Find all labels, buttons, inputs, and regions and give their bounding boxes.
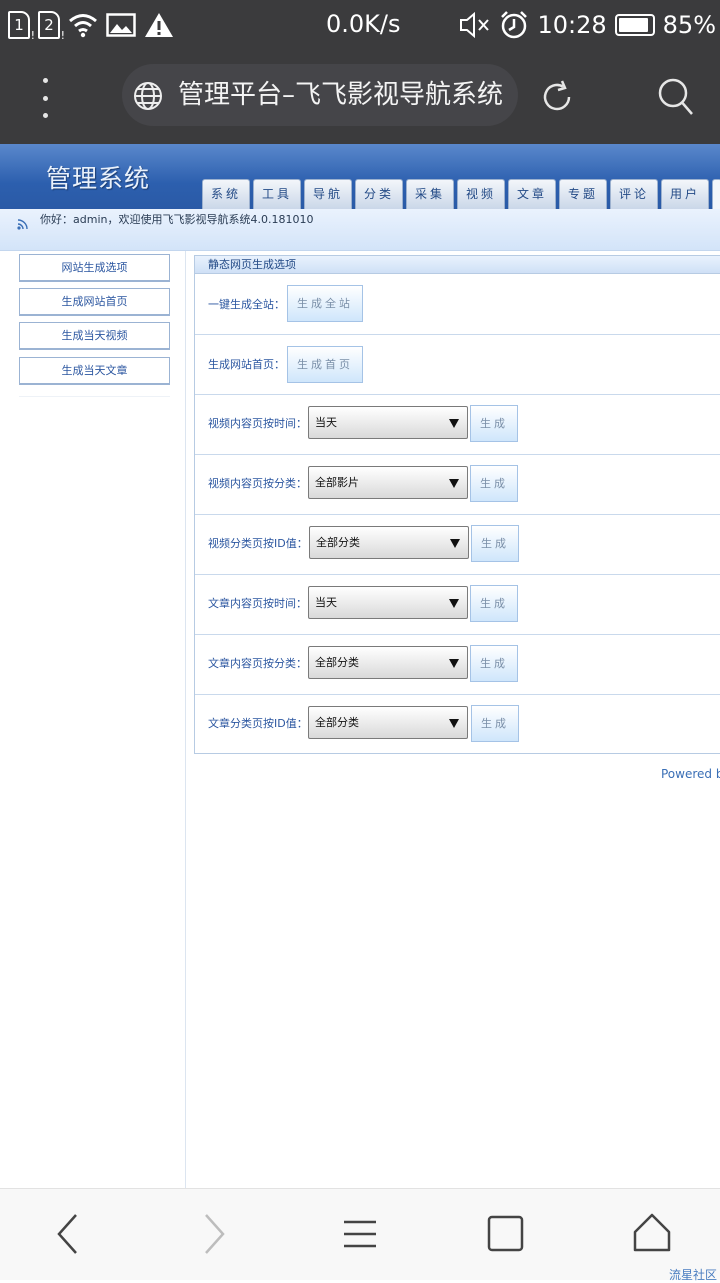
row-label: 视频内容页按时间： xyxy=(208,417,307,430)
sidebar-item-site-options[interactable]: 网站生成选项 xyxy=(19,254,170,282)
address-bar[interactable]: 管理平台–飞飞影视导航系统 xyxy=(122,64,518,126)
dropdown-arrow-icon xyxy=(449,479,459,488)
generate-button[interactable]: 生成 xyxy=(470,465,518,502)
mute-icon xyxy=(460,11,490,39)
browser-bottom-nav xyxy=(0,1188,720,1280)
static-generate-panel: 静态网页生成选项 一键生成全站： 生成全站 生成网站首页： 生成首页 视频内容页… xyxy=(194,255,720,754)
browser-toolbar: 管理平台–飞飞影视导航系统 xyxy=(0,50,720,144)
forward-icon[interactable] xyxy=(189,1209,239,1259)
generate-button[interactable]: 生成 xyxy=(471,705,519,742)
article-category-id-select[interactable]: 全部分类 xyxy=(308,706,468,739)
tab-navigation[interactable]: 导航 xyxy=(304,179,352,210)
admin-header: 管理系统 系统 工具 导航 分类 采集 视频 文章 专题 评论 用户 xyxy=(0,144,720,210)
clock: 10:28 xyxy=(537,11,607,39)
wifi-icon xyxy=(69,14,97,38)
row-label: 文章内容页按分类： xyxy=(208,657,307,670)
sim1-icon: 1! xyxy=(8,11,35,41)
page-title: 管理平台–飞飞影视导航系统 xyxy=(178,80,504,110)
video-category-id-select[interactable]: 全部分类 xyxy=(309,526,469,559)
tab-system[interactable]: 系统 xyxy=(202,179,250,210)
image-icon xyxy=(106,13,136,37)
status-bar: 1! 2! 0.0K/s 10:28 85% xyxy=(0,0,720,50)
battery-icon xyxy=(614,14,655,36)
tab-more[interactable] xyxy=(712,179,720,210)
video-time-select[interactable]: 当天 xyxy=(308,406,468,439)
generate-all-button[interactable]: 生成全站 xyxy=(287,285,363,322)
sidebar-item-today-videos[interactable]: 生成当天视频 xyxy=(19,322,170,350)
dropdown-arrow-icon xyxy=(449,659,459,668)
sidebar-item-generate-home[interactable]: 生成网站首页 xyxy=(19,288,170,316)
sidebar-item-today-articles[interactable]: 生成当天文章 xyxy=(19,357,170,385)
warning-icon xyxy=(145,13,173,37)
powered-by[interactable]: Powered by xyxy=(661,767,720,781)
form-row: 一键生成全站： 生成全站 xyxy=(195,274,720,335)
reload-icon[interactable] xyxy=(538,78,576,116)
tab-comment[interactable]: 评论 xyxy=(610,179,658,210)
menu-icon[interactable] xyxy=(335,1209,385,1259)
sim2-icon: 2! xyxy=(38,11,65,41)
battery-level: 85% xyxy=(662,11,716,39)
article-time-select[interactable]: 当天 xyxy=(308,586,468,619)
alarm-icon xyxy=(501,11,528,39)
dropdown-arrow-icon xyxy=(449,719,459,728)
tab-collect[interactable]: 采集 xyxy=(406,179,454,210)
sidebar: 网站生成选项 生成网站首页 生成当天视频 生成当天文章 xyxy=(0,251,186,1188)
dropdown-arrow-icon xyxy=(450,539,460,548)
sidebar-divider xyxy=(19,396,170,397)
video-category-select[interactable]: 全部影片 xyxy=(308,466,468,499)
tab-category[interactable]: 分类 xyxy=(355,179,403,210)
generate-button[interactable]: 生成 xyxy=(470,585,518,622)
tab-video[interactable]: 视频 xyxy=(457,179,505,210)
top-tabs: 系统 工具 导航 分类 采集 视频 文章 专题 评论 用户 xyxy=(202,179,720,210)
form-row: 文章内容页按时间： 当天 生成 xyxy=(195,575,720,635)
row-label: 一键生成全站： xyxy=(208,298,285,311)
tab-user[interactable]: 用户 xyxy=(661,179,709,210)
back-icon[interactable] xyxy=(43,1209,93,1259)
form-row: 文章内容页按分类： 全部分类 生成 xyxy=(195,635,720,695)
tabs-icon[interactable] xyxy=(481,1209,531,1259)
form-row: 生成网站首页： 生成首页 xyxy=(195,335,720,395)
form-row: 文章分类页按ID值： 全部分类 生成 xyxy=(195,695,720,754)
row-label: 文章分类页按ID值： xyxy=(208,717,308,730)
generate-button[interactable]: 生成 xyxy=(471,525,519,562)
globe-icon xyxy=(134,82,162,110)
generate-button[interactable]: 生成 xyxy=(470,645,518,682)
brand-title: 管理系统 xyxy=(46,164,151,193)
tab-topic[interactable]: 专题 xyxy=(559,179,607,210)
tab-article[interactable]: 文章 xyxy=(508,179,556,210)
welcome-bar: 你好：admin，欢迎使用飞飞影视导航系统4.0.181010 xyxy=(0,209,720,251)
tab-tools[interactable]: 工具 xyxy=(253,179,301,210)
form-row: 视频内容页按分类： 全部影片 生成 xyxy=(195,455,720,515)
watermark: 流星社区 xyxy=(669,1268,718,1282)
menu-dots-icon[interactable] xyxy=(36,78,54,118)
row-label: 视频内容页按分类： xyxy=(208,477,307,490)
search-icon[interactable] xyxy=(656,76,696,118)
generate-button[interactable]: 生成 xyxy=(470,405,518,442)
home-icon[interactable] xyxy=(627,1209,677,1259)
form-row: 视频内容页按时间： 当天 生成 xyxy=(195,395,720,455)
row-label: 生成网站首页： xyxy=(208,358,285,371)
rss-icon xyxy=(17,219,28,230)
panel-title: 静态网页生成选项 xyxy=(195,256,720,274)
row-label: 文章内容页按时间： xyxy=(208,597,307,610)
network-speed: 0.0K/s xyxy=(326,10,401,38)
article-category-select[interactable]: 全部分类 xyxy=(308,646,468,679)
dropdown-arrow-icon xyxy=(449,419,459,428)
form-row: 视频分类页按ID值： 全部分类 生成 xyxy=(195,515,720,575)
dropdown-arrow-icon xyxy=(449,599,459,608)
row-label: 视频分类页按ID值： xyxy=(208,537,308,550)
generate-home-button[interactable]: 生成首页 xyxy=(287,346,363,383)
welcome-text: 你好：admin，欢迎使用飞飞影视导航系统4.0.181010 xyxy=(40,213,314,226)
